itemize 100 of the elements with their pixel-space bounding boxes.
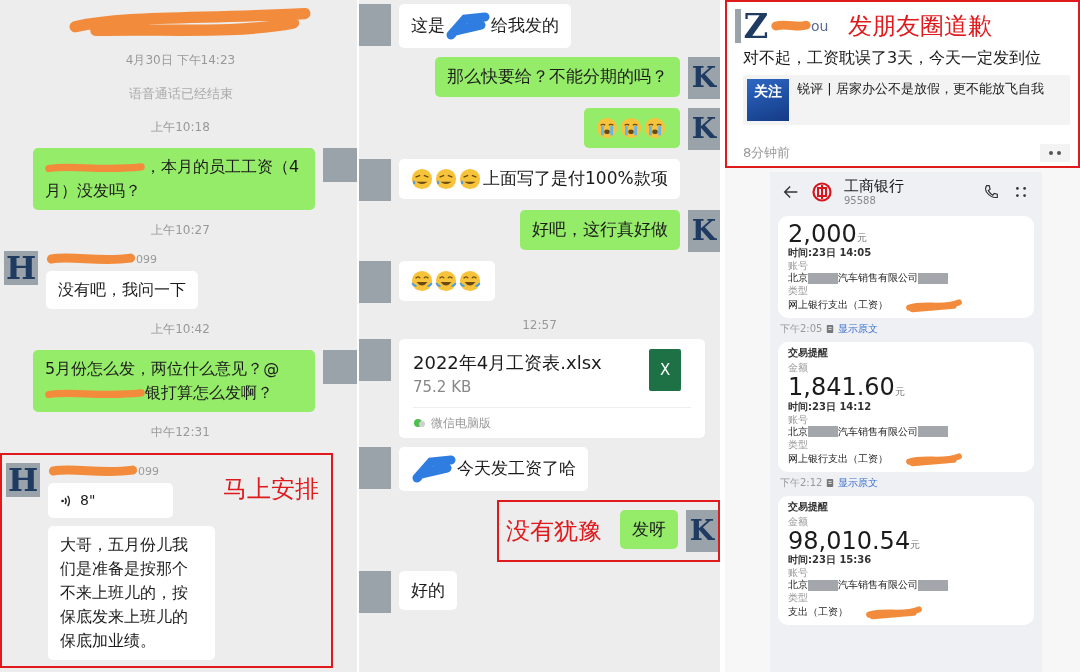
more-icon [1048,150,1062,156]
crying-face-icon [644,117,666,139]
masked-text [808,579,838,591]
file-card[interactable]: 2022年4月工资表.xlsx 75.2 KB X 微信电脑版 [399,339,705,438]
file-name: 2022年4月工资表.xlsx [413,351,602,375]
back-arrow-icon[interactable] [782,183,800,201]
amount: 1,841.60 [788,374,895,401]
message-text: 发呀 [632,518,666,539]
annotation-label: 没有犹豫 [506,515,602,547]
transaction-type: 网上银行支出（工资） [788,452,888,465]
show-original-link[interactable]: 显示原文 [838,322,879,337]
message-time: 下午2:12 [780,475,823,490]
message-text: 今天发工资了哈 [457,457,576,478]
message-text: 5月份怎么发，两位什么意见？@ [45,359,280,378]
chat-bubbles-icon [413,416,425,429]
laughing-face-icon [459,270,481,292]
timestamp: 12:57 [522,318,557,332]
link-card[interactable]: 关注 锐评 | 居家办公不是放假，更不能放飞自我 [743,75,1070,125]
message-text: 上面写了是付100%款项 [483,168,668,188]
avatar[interactable] [359,446,391,489]
account-name: 北京 [788,272,808,285]
voice-message[interactable]: 8" [48,483,173,518]
sender-name: 099 [136,252,157,266]
message-text: 好的 [411,579,445,600]
document-icon [826,324,835,335]
annotation-label: 马上安排 [223,474,319,505]
timestamp: 上午10:18 [151,120,210,134]
masked-text [808,272,838,284]
avatar[interactable] [359,570,391,613]
transaction-type: 支出（工资） [788,606,848,619]
card-heading: 交易提醒 [788,347,829,360]
post-text: 对不起，工资耽误了3天，今天一定发到位 [743,48,1043,69]
system-notice: 语音通话已经结束 [128,86,233,101]
currency-unit: 元 [894,385,905,397]
avatar[interactable]: K [688,57,720,99]
show-original-link[interactable]: 显示原文 [838,475,879,490]
account-name: 汽车销售有限公司 [838,272,918,285]
currency-unit: 元 [910,539,921,551]
field-label: 类型 [788,285,809,298]
file-size: 75.2 KB [413,377,473,398]
phone-icon[interactable] [982,183,1000,201]
masked-text [808,426,838,438]
user-name: ou [811,18,829,34]
avatar[interactable]: K [686,509,718,552]
redaction-mark [864,604,924,621]
message-text: 这是 [411,15,445,35]
crying-face-icon [596,117,618,139]
field-label: 类型 [788,592,809,605]
amount: 98,010.54 [788,527,911,555]
sweating-face-icon [459,168,481,190]
masked-text [918,426,948,438]
message-text: 没有吧，我问一下 [58,280,186,299]
sweating-face-icon [411,168,433,190]
spreadsheet-icon: X [649,349,681,391]
message-text: 那么快要给？不能分期的吗？ [447,66,668,86]
crying-face-icon [620,117,642,139]
field-label: 金额 [788,515,809,528]
message-text: 大哥，五月份儿我们是准备是按那个不来上班儿的，按保底发来上班儿的保底加业绩。 [60,535,188,650]
file-source: 微信电脑版 [431,414,491,432]
transaction-time: 时间:23日 15:36 [788,554,873,567]
contact-name: 工商银行 [844,177,905,195]
annotation-label: 发朋友圈道歉 [848,11,993,42]
redaction-mark [904,297,964,314]
laughing-face-icon [435,270,457,292]
field-label: 账号 [788,567,809,579]
timestamp: 上午10:27 [151,223,210,237]
thumbnail: 关注 [747,79,789,121]
bank-logo-icon [812,182,832,202]
document-icon [826,477,835,488]
currency-unit: 元 [856,232,867,244]
transaction-type: 网上银行支出（工资） [788,299,888,312]
message-time: 下午2:05 [780,322,823,337]
timestamp: 4月30日 下午14:23 [125,53,236,67]
sweating-face-icon [435,168,457,190]
account-name: 汽车销售有限公司 [838,579,918,592]
field-label: 账号 [788,260,809,272]
laughing-face-icon [411,270,433,292]
amount: 2,000 [788,221,857,248]
message-text: 银打算怎么发啊？ [145,383,273,402]
account-name: 北京 [788,425,808,438]
message-text: ，本月的员工工资（4月）没发吗？ [45,157,300,200]
voice-duration: 8" [80,491,96,510]
card-heading: 交易提醒 [788,500,829,513]
avatar[interactable]: H [6,463,40,497]
link-title: 锐评 | 居家办公不是放假，更不能放飞自我 [797,80,1044,98]
post-time: 8分钟前 [743,144,791,162]
account-name: 北京 [788,579,808,592]
field-label: 账号 [788,413,809,426]
avatar[interactable]: K [688,108,720,150]
message-text: 好吧，这行真好做 [532,219,668,239]
timestamp: 上午10:42 [151,322,210,336]
avatar[interactable]: H [4,251,38,285]
masked-text [918,579,948,591]
more-button[interactable] [1040,144,1070,162]
avatar[interactable]: K [688,210,720,252]
transaction-time: 时间:23日 14:12 [788,400,873,413]
sound-wave-icon [60,493,72,508]
field-label: 金额 [788,362,809,375]
sender-name: 099 [138,464,159,478]
message-text: 给我发的 [491,15,559,35]
